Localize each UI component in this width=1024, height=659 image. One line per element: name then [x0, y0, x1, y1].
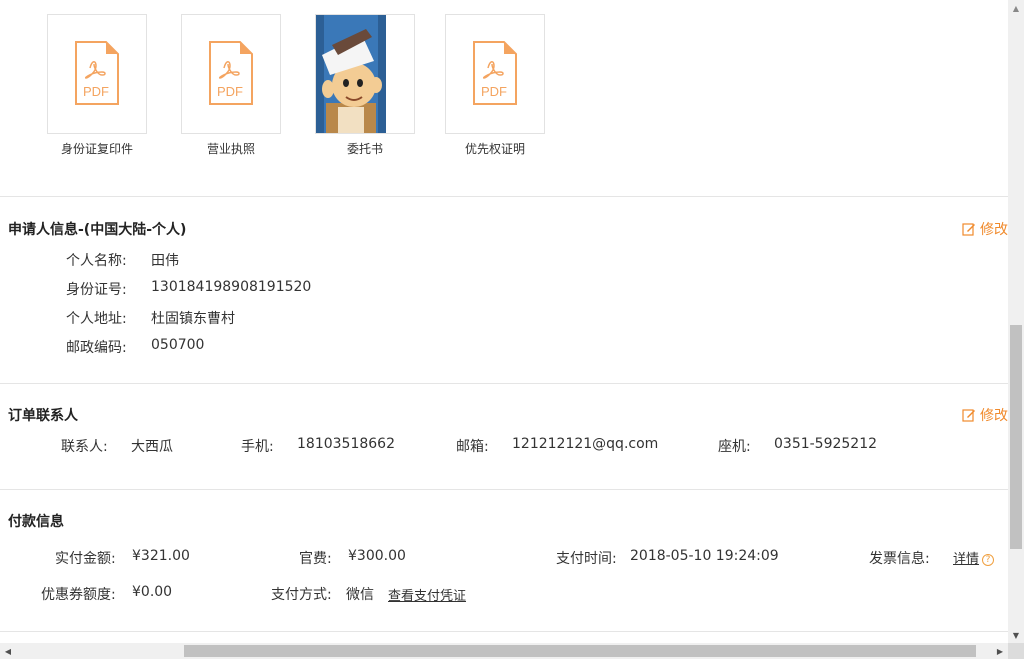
horizontal-scrollbar[interactable]: ◀ ▶ — [0, 643, 1008, 659]
field-label: 个人名称: — [66, 253, 127, 269]
attachment-thumbnail[interactable]: PDF — [47, 14, 147, 134]
attachment-business-license[interactable]: PDF 营业执照 — [181, 14, 281, 157]
attachment-name: 身份证复印件 — [60, 142, 133, 156]
payment-time-value: 2018-05-10 19:24:09 — [630, 548, 779, 564]
field-value-mobile: 18103518662 — [297, 436, 395, 452]
field-value-name: 田伟 — [151, 253, 179, 269]
view-payment-voucher-link[interactable]: 查看支付凭证 — [388, 585, 466, 604]
attachment-priority-certificate[interactable]: PDF 优先权证明 — [445, 14, 545, 157]
vertical-scrollbar[interactable]: ▲ ▼ — [1008, 0, 1024, 643]
field-label: 手机: — [241, 439, 274, 455]
edit-label: 修改 — [980, 408, 1008, 424]
cartoon-image — [316, 15, 386, 133]
pdf-file-icon: PDF — [209, 41, 253, 105]
svg-text:PDF: PDF — [83, 84, 109, 99]
field-label: 座机: — [718, 439, 751, 455]
official-fee-label: 官费: — [299, 551, 332, 567]
pdf-file-icon: PDF — [75, 41, 119, 105]
field-label: 个人地址: — [66, 311, 127, 327]
edit-icon — [962, 223, 975, 236]
field-value-id-number: 130184198908191520 — [151, 279, 312, 295]
scroll-right-arrow-icon[interactable]: ▶ — [992, 643, 1008, 659]
field-value-landline: 0351-5925212 — [774, 436, 878, 452]
field-label: 邮政编码: — [66, 340, 127, 356]
payment-title: 付款信息 — [8, 514, 64, 530]
scrollbar-corner — [1008, 643, 1024, 659]
attachment-thumbnail[interactable] — [315, 14, 415, 134]
help-icon[interactable]: ? — [982, 554, 995, 566]
payment-section: 付款信息 实付金额: ¥321.00 官费: ¥300.00 支付时间: 201… — [0, 490, 1008, 632]
attachment-name: 营业执照 — [206, 142, 255, 156]
payment-method-label: 支付方式: — [271, 587, 332, 603]
edit-icon — [962, 409, 975, 422]
field-label: 身份证号: — [66, 282, 127, 298]
field-value-postcode: 050700 — [151, 337, 205, 353]
payment-method-value: 微信 — [346, 587, 374, 603]
attachments-section: PDF 身份证复印件 PDF 营业执照 委托书 PDF 优先权证明 — [0, 0, 1008, 197]
applicant-section: 申请人信息-(中国大陆-个人) 修改 个人名称: 田伟 身份证号: 130184… — [0, 198, 1008, 384]
svg-text:PDF: PDF — [217, 84, 243, 99]
paid-amount-value: ¥321.00 — [132, 548, 190, 564]
coupon-value: ¥0.00 — [132, 584, 173, 600]
svg-text:PDF: PDF — [481, 84, 507, 99]
contact-title: 订单联系人 — [8, 408, 78, 424]
field-value-contact-name: 大西瓜 — [131, 439, 173, 455]
invoice-label: 发票信息: — [869, 551, 930, 567]
invoice-details-link[interactable]: 详情 — [953, 552, 979, 567]
contact-section: 订单联系人 修改 联系人: 大西瓜 手机: 18103518662 邮箱: 12… — [0, 384, 1008, 490]
attachment-thumbnail[interactable]: PDF — [445, 14, 545, 134]
contact-edit-button[interactable]: 修改 — [962, 405, 1008, 425]
attachment-thumbnail[interactable]: PDF — [181, 14, 281, 134]
coupon-label: 优惠券额度: — [41, 587, 116, 603]
applicant-title: 申请人信息-(中国大陆-个人) — [8, 222, 187, 238]
vertical-scroll-thumb[interactable] — [1010, 325, 1022, 549]
horizontal-scroll-thumb[interactable] — [184, 645, 976, 657]
field-value-email: 121212121@qq.com — [512, 436, 659, 452]
attachment-id-copy[interactable]: PDF 身份证复印件 — [47, 14, 147, 157]
scroll-up-arrow-icon[interactable]: ▲ — [1008, 0, 1024, 16]
pdf-file-icon: PDF — [473, 41, 517, 105]
payment-time-label: 支付时间: — [556, 551, 617, 567]
edit-label: 修改 — [980, 222, 1008, 238]
attachment-power-of-attorney[interactable]: 委托书 — [315, 14, 415, 157]
attachment-name: 委托书 — [346, 142, 383, 156]
page-content: PDF 身份证复印件 PDF 营业执照 委托书 PDF 优先权证明 申请人信息-… — [0, 0, 1008, 643]
scroll-left-arrow-icon[interactable]: ◀ — [0, 643, 16, 659]
official-fee-value: ¥300.00 — [348, 548, 406, 564]
applicant-edit-button[interactable]: 修改 — [962, 219, 1008, 239]
paid-amount-label: 实付金额: — [55, 551, 116, 567]
field-value-address: 杜固镇东曹村 — [151, 311, 235, 327]
scroll-down-arrow-icon[interactable]: ▼ — [1008, 627, 1024, 643]
invoice-details: 详情? — [953, 548, 995, 567]
field-label: 邮箱: — [456, 439, 489, 455]
field-label: 联系人: — [61, 439, 108, 455]
attachment-name: 优先权证明 — [464, 142, 525, 156]
